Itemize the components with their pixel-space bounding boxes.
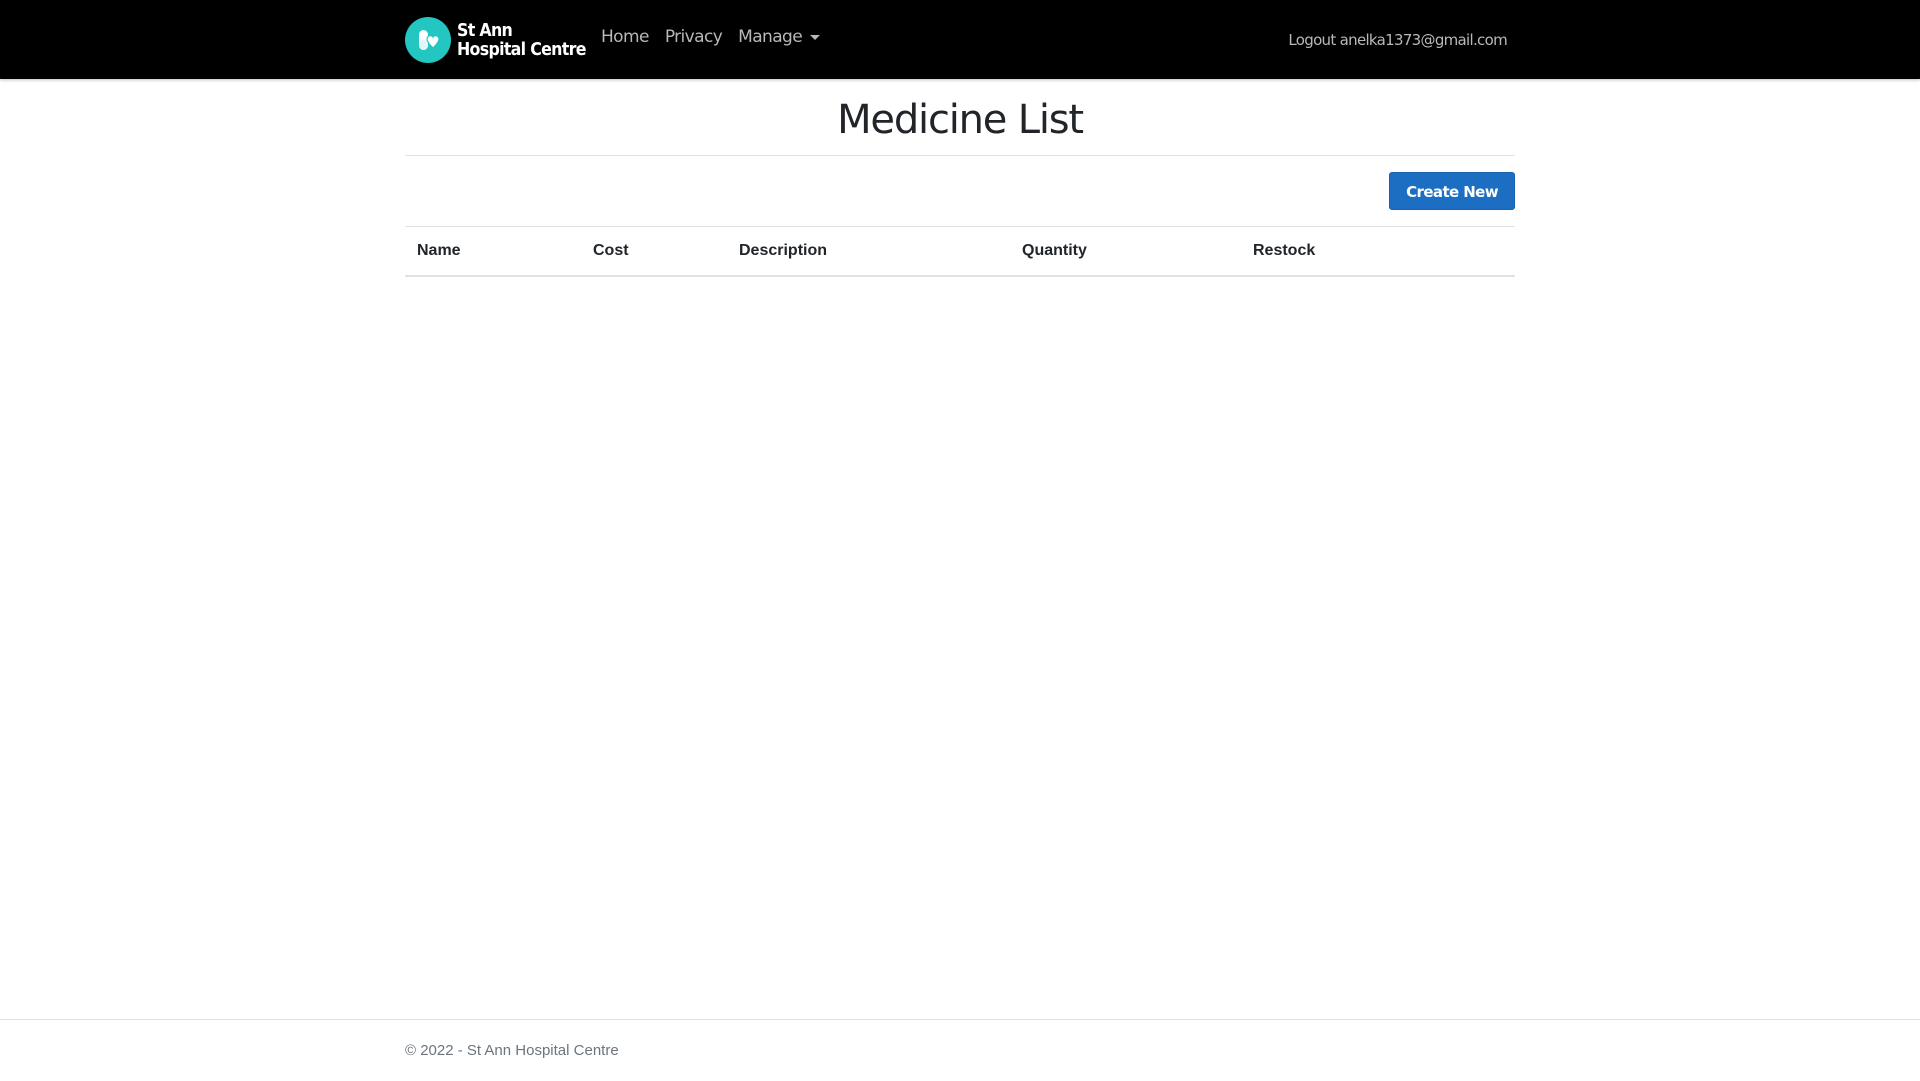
logout-link[interactable]: Logout (1288, 31, 1336, 49)
create-new-button[interactable]: Create New (1389, 172, 1515, 210)
nav-manage-dropdown[interactable]: Manage (738, 27, 821, 47)
nav-home-link[interactable]: Home (601, 27, 649, 47)
nav-privacy-link[interactable]: Privacy (665, 27, 723, 47)
top-navbar: St Ann Hospital Centre Home Privacy Mana… (0, 0, 1920, 79)
column-header-restock: Restock (1241, 226, 1515, 277)
footer: © 2022 - St Ann Hospital Centre (0, 1019, 1920, 1081)
column-header-quantity: Quantity (1010, 226, 1241, 277)
brand-line-2: Hospital Centre (457, 39, 586, 60)
page-title: Medicine List (405, 79, 1515, 156)
nav-manage-label: Manage (738, 27, 803, 47)
medicine-table: Name Cost Description Quantity Restock (405, 226, 1515, 277)
footer-copyright: © 2022 - St Ann Hospital Centre (405, 1042, 619, 1059)
brand-line-1: St Ann (457, 20, 513, 41)
column-header-cost: Cost (581, 226, 727, 277)
navbar-container: St Ann Hospital Centre Home Privacy Mana… (405, 0, 1515, 79)
brand-name: St Ann Hospital Centre (457, 21, 586, 59)
column-header-name: Name (405, 226, 581, 277)
column-header-description: Description (727, 226, 1010, 277)
caret-down-icon (810, 34, 821, 40)
user-area: Logout anelka1373@gmail.com (1288, 31, 1507, 49)
pill-logo-icon (405, 17, 451, 63)
main-container: Medicine List Create New Name Cost Descr… (405, 79, 1515, 277)
table-header-row: Name Cost Description Quantity Restock (405, 226, 1515, 277)
user-email: anelka1373@gmail.com (1339, 31, 1508, 49)
nav-links: Home Privacy Manage (601, 27, 836, 47)
brand-link[interactable]: St Ann Hospital Centre (405, 16, 603, 64)
table-header: Name Cost Description Quantity Restock (405, 226, 1515, 277)
actions-bar: Create New (405, 156, 1515, 226)
